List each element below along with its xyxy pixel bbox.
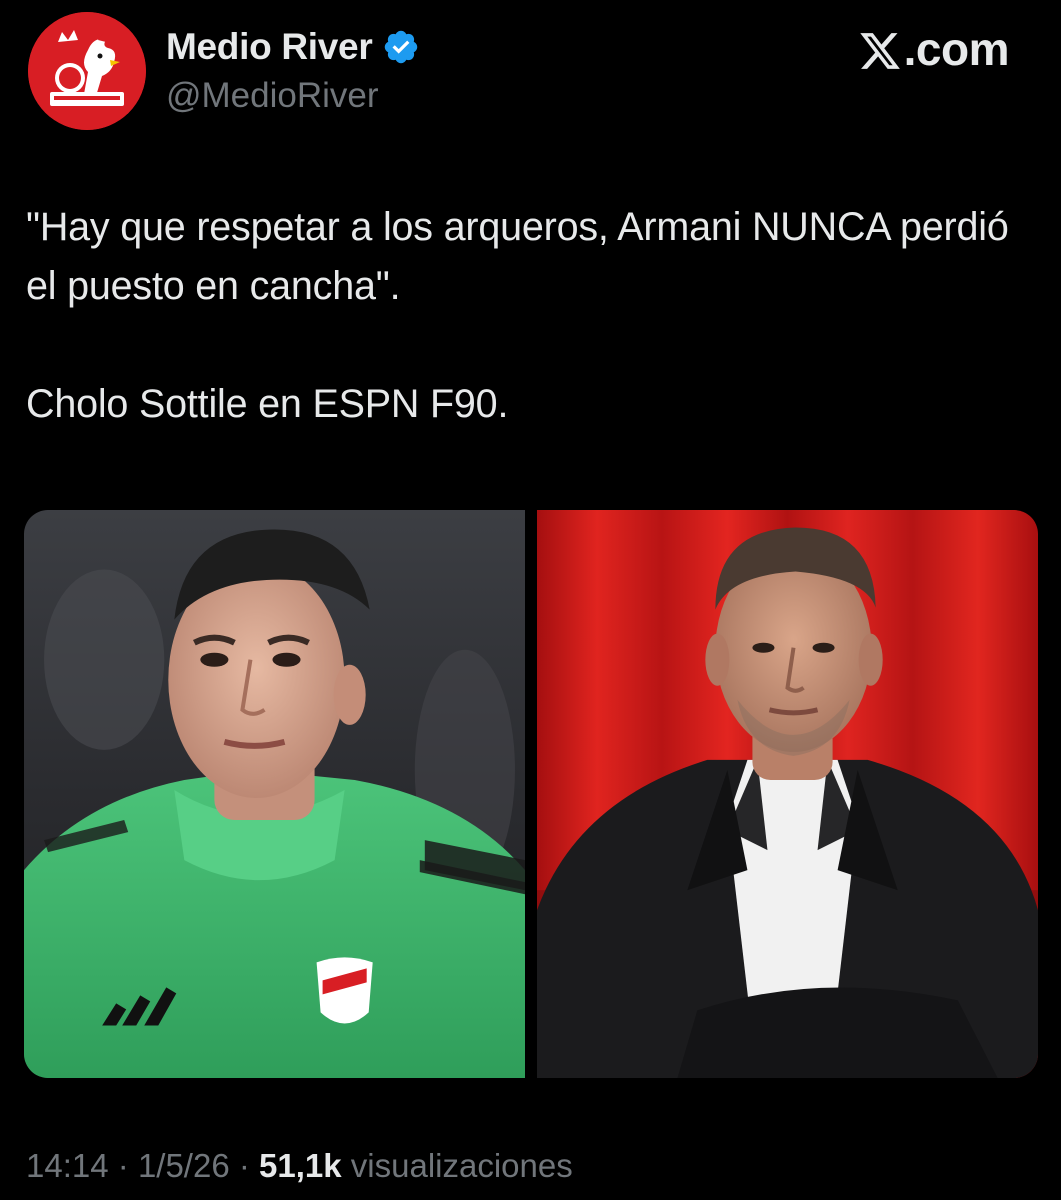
tweet-card: Medio River @MedioRiver .com "Hay que re…: [0, 0, 1061, 1200]
verified-badge-icon: [385, 30, 418, 64]
tweet-media[interactable]: [24, 510, 1038, 1078]
views-count: 51,1k: [259, 1147, 342, 1184]
x-logo-icon: [859, 33, 900, 69]
tweet-text-line: Cholo Sottile en ESPN F90.: [26, 382, 509, 426]
river-rooster-logo-icon: [28, 12, 146, 130]
tweet-text: "Hay que respetar a los arqueros, Armani…: [26, 198, 1036, 434]
x-brand: .com: [858, 22, 1010, 76]
meta-separator: ·: [238, 1147, 250, 1184]
brand-text: .com: [903, 23, 1010, 75]
views-label: visualizaciones: [350, 1147, 573, 1184]
author-avatar[interactable]: [28, 12, 146, 130]
meta-separator: ·: [117, 1147, 129, 1184]
goalkeeper-photo[interactable]: [24, 510, 525, 1078]
author-display-name[interactable]: Medio River: [166, 26, 373, 68]
author-name-row[interactable]: Medio River: [166, 26, 420, 68]
author-handle[interactable]: @MedioRiver: [166, 76, 379, 116]
commentator-photo[interactable]: [537, 510, 1038, 1078]
tweet-text-line: "Hay que respetar a los arqueros, Armani…: [26, 205, 1009, 308]
tweet-date[interactable]: 1/5/26: [138, 1147, 230, 1184]
tweet-time[interactable]: 14:14: [26, 1147, 109, 1184]
tweet-meta: 14:14 · 1/5/26 · 51,1k visualizaciones: [26, 1147, 573, 1185]
